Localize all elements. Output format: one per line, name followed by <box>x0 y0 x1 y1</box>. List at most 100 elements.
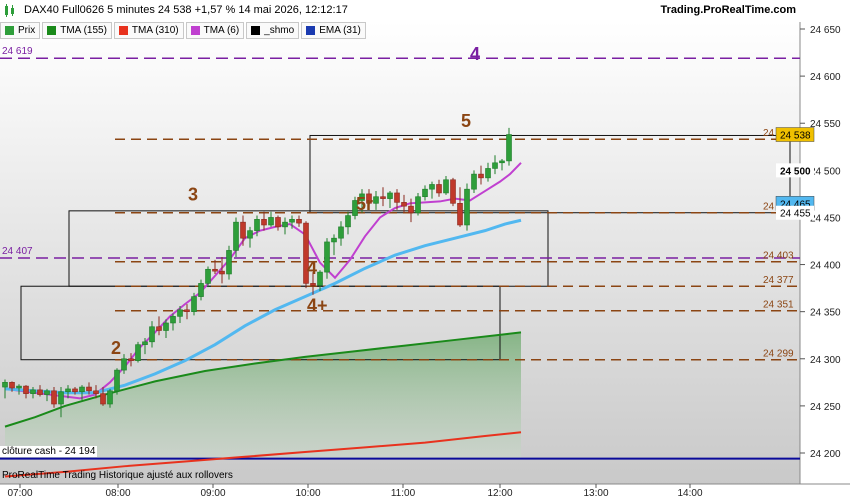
candle-body <box>254 219 260 231</box>
y-tick-label: 24 450 <box>810 213 841 224</box>
tma-155-swatch <box>47 26 57 35</box>
y-tick-label: 24 550 <box>810 119 841 130</box>
x-tick-label: 08:00 <box>105 488 130 499</box>
candle-body <box>93 390 99 394</box>
candle-body <box>345 215 351 228</box>
candle-body <box>317 271 323 286</box>
candle-body <box>9 382 15 389</box>
price-tag-label: 24 500 <box>780 166 811 177</box>
candle-body <box>506 134 512 162</box>
wave-label: 4 <box>470 44 480 64</box>
candle-body <box>485 168 491 179</box>
candle-body <box>163 322 169 331</box>
candle-body <box>219 270 225 275</box>
price-tag-label: 24 455 <box>780 209 811 220</box>
candle-body <box>380 196 386 199</box>
candle-body <box>436 184 442 194</box>
x-tick-label: 14:00 <box>677 488 702 499</box>
chart-header: DAX40 Full0626 5 minutes 24 538 +1,57 % … <box>0 0 800 22</box>
candle-body <box>16 385 22 389</box>
candle-body <box>142 341 148 345</box>
candle-body <box>499 160 505 164</box>
wave-label: 5r <box>356 194 373 214</box>
y-tick-label: 24 300 <box>810 355 841 366</box>
candle-body <box>51 390 57 405</box>
candle-body <box>429 184 435 190</box>
legend-item-tma-310[interactable]: TMA (310) <box>113 22 184 39</box>
y-tick-label: 24 500 <box>810 166 841 177</box>
candle-body <box>415 196 421 214</box>
wave-label: 2 <box>111 338 121 358</box>
candle-body <box>226 250 232 275</box>
candle-body <box>177 309 183 317</box>
candle-body <box>107 390 113 405</box>
candle-body <box>289 219 295 223</box>
candle-body <box>422 188 428 198</box>
legend-item-prix[interactable]: Prix <box>0 22 41 39</box>
candle-body <box>121 358 127 371</box>
candle-body <box>233 221 239 251</box>
candle-body <box>37 389 43 395</box>
candle-body <box>268 217 274 226</box>
level-label: 24 299 <box>763 349 794 360</box>
wave-label: 5 <box>461 111 471 131</box>
candle-body <box>30 389 36 394</box>
candle-body <box>450 179 456 204</box>
legend-item-ema-31[interactable]: EMA (31) <box>301 22 366 39</box>
y-tick-label: 24 200 <box>810 449 841 460</box>
wave-label: 4+ <box>307 296 328 316</box>
candle-body <box>261 219 267 226</box>
candle-body <box>72 388 78 393</box>
level-label: 24 619 <box>2 46 33 57</box>
candle-body <box>443 179 449 194</box>
candle-body <box>58 391 64 405</box>
x-tick-label: 12:00 <box>487 488 512 499</box>
candle-body <box>198 283 204 297</box>
level-label: 24 351 <box>763 300 794 311</box>
level-label: 24 377 <box>763 275 794 286</box>
candle-body <box>324 241 330 273</box>
candle-body <box>408 205 414 214</box>
candle-body <box>373 196 379 204</box>
shmo-swatch <box>251 26 261 35</box>
level-label: 24 403 <box>763 251 794 262</box>
legend-item-tma-6[interactable]: TMA (6) <box>185 22 245 39</box>
x-tick-label: 11:00 <box>391 488 416 499</box>
candle-body <box>471 173 477 190</box>
menu-icon[interactable] <box>4 4 18 17</box>
candle-body <box>135 344 141 361</box>
candle-body <box>44 390 50 395</box>
cash-close-label: clôture cash - 24 194 <box>0 446 98 457</box>
candle-body <box>247 230 253 239</box>
x-tick-label: 13:00 <box>583 488 608 499</box>
x-tick-label: 07:00 <box>7 488 32 499</box>
legend-item-shmo[interactable]: _shmo <box>246 22 300 39</box>
candle-body <box>156 326 162 331</box>
candle-body <box>492 162 498 169</box>
chart-area[interactable]: 24 619424 53324 45524 40724 40324 37724 … <box>0 0 850 500</box>
candle-body <box>100 393 106 405</box>
footer-text: ProRealTime Trading Historique ajusté au… <box>2 470 233 481</box>
candle-body <box>240 221 246 239</box>
candle-body <box>191 296 197 312</box>
candle-body <box>79 386 85 393</box>
candle-body <box>310 283 316 286</box>
candle-body <box>23 385 29 394</box>
y-tick-label: 24 350 <box>810 308 841 319</box>
candle-body <box>394 192 400 203</box>
candle-body <box>114 369 120 392</box>
candle-body <box>338 226 344 239</box>
chart-title: DAX40 Full0626 5 minutes 24 538 +1,57 % … <box>24 4 348 16</box>
candle-body <box>205 268 211 284</box>
candle-body <box>478 173 484 179</box>
candle-body <box>184 309 190 312</box>
legend-item-tma-155[interactable]: TMA (155) <box>42 22 112 39</box>
ema-31-swatch <box>306 26 316 35</box>
y-tick-label: 24 250 <box>810 402 841 413</box>
candle-body <box>331 237 337 243</box>
level-label: 24 407 <box>2 246 33 257</box>
candlestick-icon <box>5 26 14 35</box>
indicator-legend: Prix TMA (155) TMA (310) TMA (6) _shmo E… <box>0 22 368 39</box>
x-tick-label: 09:00 <box>200 488 225 499</box>
candle-body <box>212 268 218 272</box>
